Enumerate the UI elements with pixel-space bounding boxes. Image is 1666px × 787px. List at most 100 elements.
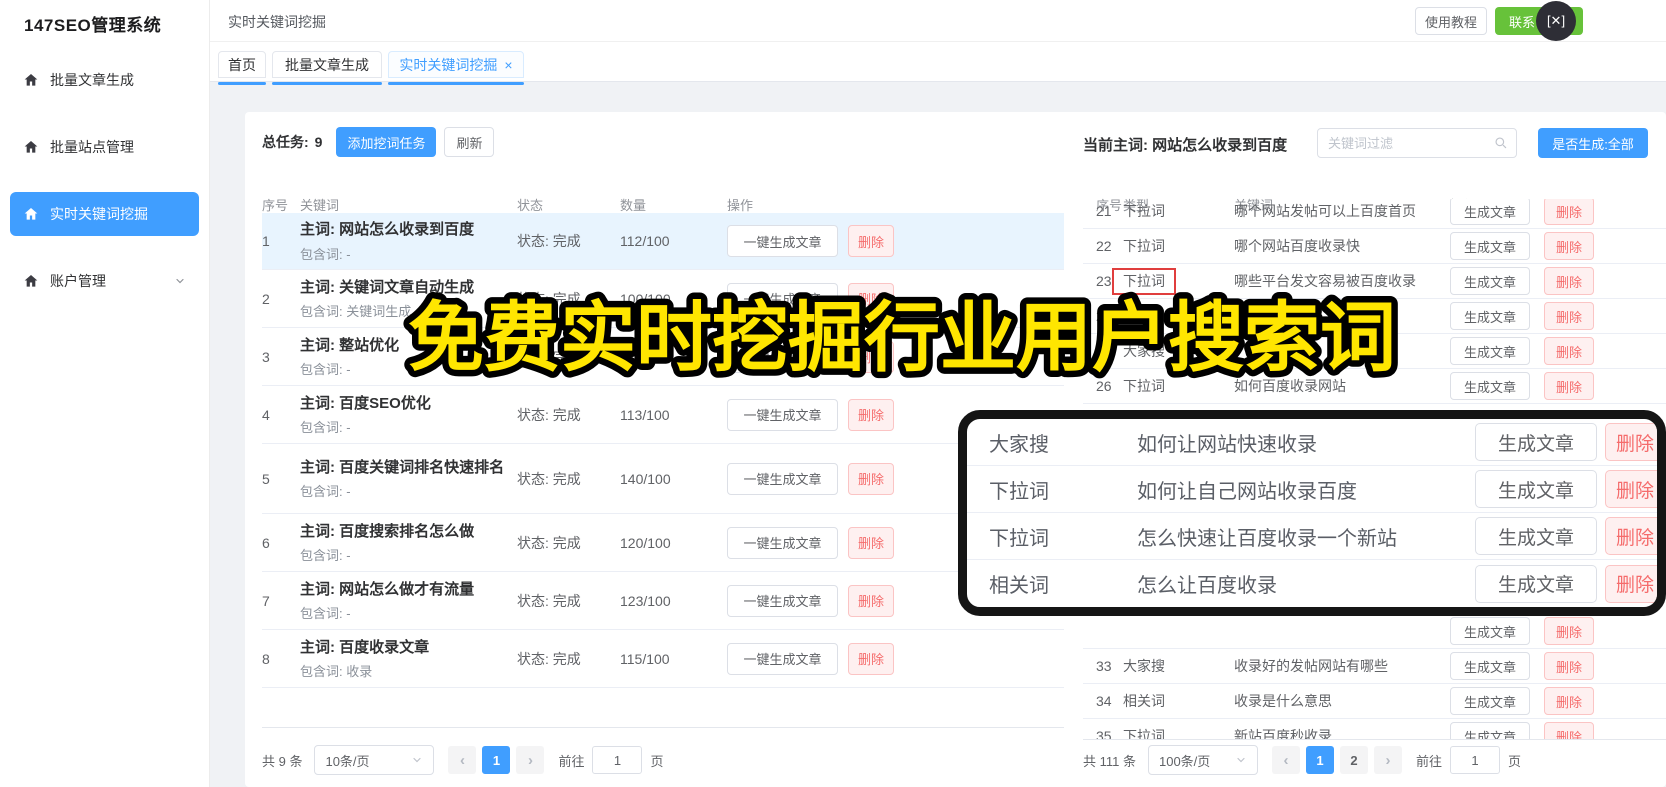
tab-realtime-keyword[interactable]: 实时关键词挖掘 × bbox=[388, 51, 524, 85]
task-main-word: 主词: 百度搜索排名怎么做 bbox=[300, 522, 475, 540]
task-row[interactable]: 7 主词: 网站怎么做才有流量 包含词: - 状态: 完成 123/100 一键生成文章删… bbox=[262, 572, 1064, 630]
row-index: 25 bbox=[1096, 343, 1112, 359]
generate-article-button[interactable]: 生成文章 bbox=[1475, 564, 1597, 603]
keyword-filter-input[interactable] bbox=[1328, 135, 1494, 151]
add-task-button[interactable]: 添加挖词任务 bbox=[336, 127, 437, 157]
task-row[interactable]: 4 主词: 百度SEO优化 包含词: - 状态: 完成 113/100 一键生成文章 删除 bbox=[262, 386, 1064, 444]
task-row[interactable]: 3 主词: 整站优化 包含词: - 状态: 完成 一键生成文章 删除 bbox=[262, 328, 1064, 386]
task-row[interactable]: 8 主词: 百度收录文章 包含词: 收录 状态: 完成 115/100 一键生成文章 删除 bbox=[262, 630, 1064, 688]
keyword-row[interactable]: 23 下拉词 哪些平台发文容易被百度收录 生成文章 删除 bbox=[1083, 264, 1666, 299]
refresh-button[interactable]: 刷新 bbox=[444, 127, 495, 157]
keyword-row[interactable]: 生成文章 删除 bbox=[1083, 614, 1666, 649]
task-quantity: 140/100 bbox=[620, 470, 671, 487]
task-row[interactable]: 6 主词: 百度搜索排名怎么做 包含词: - 状态: 完成 120/100 一键生成文章删… bbox=[262, 514, 1064, 572]
task-row[interactable]: 5 主词: 百度关键词排名快速排名 包含词: - 状态: 完成 140/100 一键生成文… bbox=[262, 444, 1064, 514]
tasks-footer-divider bbox=[262, 727, 1064, 728]
close-icon[interactable]: × bbox=[504, 57, 512, 73]
row-index: 1 bbox=[262, 233, 270, 249]
generate-articles-button[interactable]: 一键生成文章 bbox=[727, 225, 838, 257]
per-page-value: 100条/页 bbox=[1158, 753, 1211, 769]
per-page-select[interactable]: 100条/页 bbox=[1147, 745, 1258, 775]
sidebar-item-realtime-keyword[interactable]: 实时关键词挖掘 bbox=[10, 192, 199, 236]
keyword-row[interactable]: 33 大家搜 收录好的发帖网站有哪些 生成文章 删除 bbox=[1083, 649, 1666, 684]
delete-button[interactable]: 删除 bbox=[1544, 722, 1594, 739]
generate-article-button[interactable]: 生成文章 bbox=[1450, 687, 1530, 715]
generate-article-button[interactable]: 生成文章 bbox=[1450, 617, 1530, 645]
sidebar-item-batch-article[interactable]: 批量文章生成 bbox=[10, 58, 199, 102]
delete-button[interactable]: 删除 bbox=[1544, 617, 1594, 645]
next-page-button[interactable]: › bbox=[516, 746, 545, 774]
delete-button[interactable]: 删除 bbox=[848, 526, 894, 559]
generate-article-button[interactable]: 生成文章 bbox=[1475, 470, 1597, 508]
per-page-select[interactable]: 10条/页 bbox=[314, 745, 435, 775]
delete-button[interactable]: 删除 bbox=[1544, 687, 1594, 715]
generate-all-button[interactable]: 是否生成:全部 bbox=[1538, 128, 1648, 158]
delete-button[interactable]: 删除 bbox=[848, 462, 894, 495]
keyword-type: 大家搜 bbox=[989, 433, 1049, 456]
delete-button[interactable]: 删除 bbox=[1544, 652, 1594, 680]
tab-home[interactable]: 首页 bbox=[218, 51, 266, 85]
delete-button[interactable]: 删除 bbox=[848, 398, 894, 431]
delete-button[interactable]: 删除 bbox=[1544, 267, 1594, 295]
sidebar-item-label: 批量文章生成 bbox=[50, 72, 134, 88]
generate-article-button[interactable]: 生成文章 bbox=[1450, 337, 1530, 365]
keyword-row[interactable]: 25 大家搜 生成文章 删除 bbox=[1083, 334, 1666, 369]
delete-button[interactable]: 删除 bbox=[1544, 199, 1594, 225]
delete-button[interactable]: 删除 bbox=[848, 282, 894, 315]
generate-articles-button[interactable]: 一键生成文章 bbox=[727, 398, 838, 431]
delete-button[interactable]: 删除 bbox=[1544, 232, 1594, 260]
keywords-pagination: 共 111 条 100条/页 ‹12› 前往 页 bbox=[1083, 744, 1521, 776]
keyword-row[interactable]: 24 下拉词 生成文章 删除 bbox=[1083, 299, 1666, 334]
delete-button[interactable]: 删除 bbox=[1605, 470, 1657, 508]
goto-page-input[interactable] bbox=[1450, 746, 1500, 774]
sidebar-item-account[interactable]: 账户管理 bbox=[10, 259, 199, 303]
keyword-row[interactable]: 21 下拉词 哪个网站发帖可以上百度首页 生成文章 删除 bbox=[1083, 199, 1666, 229]
generate-article-button[interactable]: 生成文章 bbox=[1450, 267, 1530, 295]
page-number-button[interactable]: 1 bbox=[1305, 746, 1334, 774]
sidebar-item-batch-site[interactable]: 批量站点管理 bbox=[10, 125, 199, 169]
prev-page-button[interactable]: ‹ bbox=[1271, 746, 1300, 774]
generate-articles-button[interactable]: 一键生成文章 bbox=[727, 584, 838, 617]
tutorial-button[interactable]: 使用教程 bbox=[1415, 7, 1487, 35]
generate-article-button[interactable]: 生成文章 bbox=[1450, 722, 1530, 739]
prev-page-button[interactable]: ‹ bbox=[448, 746, 477, 774]
page-unit-label: 页 bbox=[650, 753, 664, 769]
generate-article-button[interactable]: 生成文章 bbox=[1450, 232, 1530, 260]
keyword-row[interactable]: 22 下拉词 哪个网站百度收录快 生成文章 删除 bbox=[1083, 229, 1666, 264]
delete-button[interactable]: 删除 bbox=[1605, 423, 1657, 461]
keyword-actions: 生成文章 删除 bbox=[1450, 199, 1594, 225]
delete-button[interactable]: 删除 bbox=[1544, 302, 1594, 330]
delete-button[interactable]: 删除 bbox=[848, 584, 894, 617]
next-page-button[interactable]: › bbox=[1373, 746, 1402, 774]
floating-widget-icon[interactable]: [✕] bbox=[1536, 1, 1576, 41]
keyword-row[interactable]: 34 相关词 收录是什么意思 生成文章 删除 bbox=[1083, 684, 1666, 719]
generate-articles-button[interactable]: 一键生成文章 bbox=[727, 282, 838, 315]
page-number-button[interactable]: 2 bbox=[1339, 746, 1368, 774]
delete-button[interactable]: 删除 bbox=[848, 225, 894, 257]
generate-article-button[interactable]: 生成文章 bbox=[1450, 652, 1530, 680]
generate-articles-button[interactable]: 一键生成文章 bbox=[727, 340, 838, 373]
delete-button[interactable]: 删除 bbox=[1605, 564, 1657, 603]
delete-button[interactable]: 删除 bbox=[1544, 372, 1594, 400]
delete-button[interactable]: 删除 bbox=[848, 642, 894, 675]
delete-button[interactable]: 删除 bbox=[1605, 517, 1657, 555]
delete-button[interactable]: 删除 bbox=[848, 340, 894, 373]
keyword-row[interactable]: 35 下拉词 新站百度秒收录 生成文章 删除 bbox=[1083, 719, 1666, 739]
keyword-row[interactable]: 26 下拉词 如何百度收录网站 生成文章 删除 bbox=[1083, 369, 1666, 404]
generate-article-button[interactable]: 生成文章 bbox=[1450, 372, 1530, 400]
generate-articles-button[interactable]: 一键生成文章 bbox=[727, 462, 838, 495]
generate-article-button[interactable]: 生成文章 bbox=[1450, 199, 1530, 225]
generate-article-button[interactable]: 生成文章 bbox=[1450, 302, 1530, 330]
generate-articles-button[interactable]: 一键生成文章 bbox=[727, 642, 838, 675]
delete-button[interactable]: 删除 bbox=[1544, 337, 1594, 365]
generate-article-button[interactable]: 生成文章 bbox=[1475, 423, 1597, 461]
page-number-button[interactable]: 1 bbox=[482, 746, 511, 774]
generate-article-button[interactable]: 生成文章 bbox=[1475, 517, 1597, 555]
task-row[interactable]: 1 主词: 网站怎么收录到百度 包含词: - 状态: 完成 112/100 一键生成文章删… bbox=[262, 213, 1064, 270]
goto-page-input[interactable] bbox=[592, 746, 643, 774]
keywords-header: 当前主词: 网站怎么收录到百度 是否生成:全部 bbox=[1083, 128, 1666, 158]
generate-articles-button[interactable]: 一键生成文章 bbox=[727, 526, 838, 559]
tab-batch-article[interactable]: 批量文章生成 bbox=[272, 51, 382, 85]
keyword-actions: 生成文章 删除 bbox=[1450, 267, 1594, 295]
task-row[interactable]: 2 主词: 关键词文章自动生成 包含词: 关键词生成 状态: 完成 100/100 一键生… bbox=[262, 270, 1064, 328]
